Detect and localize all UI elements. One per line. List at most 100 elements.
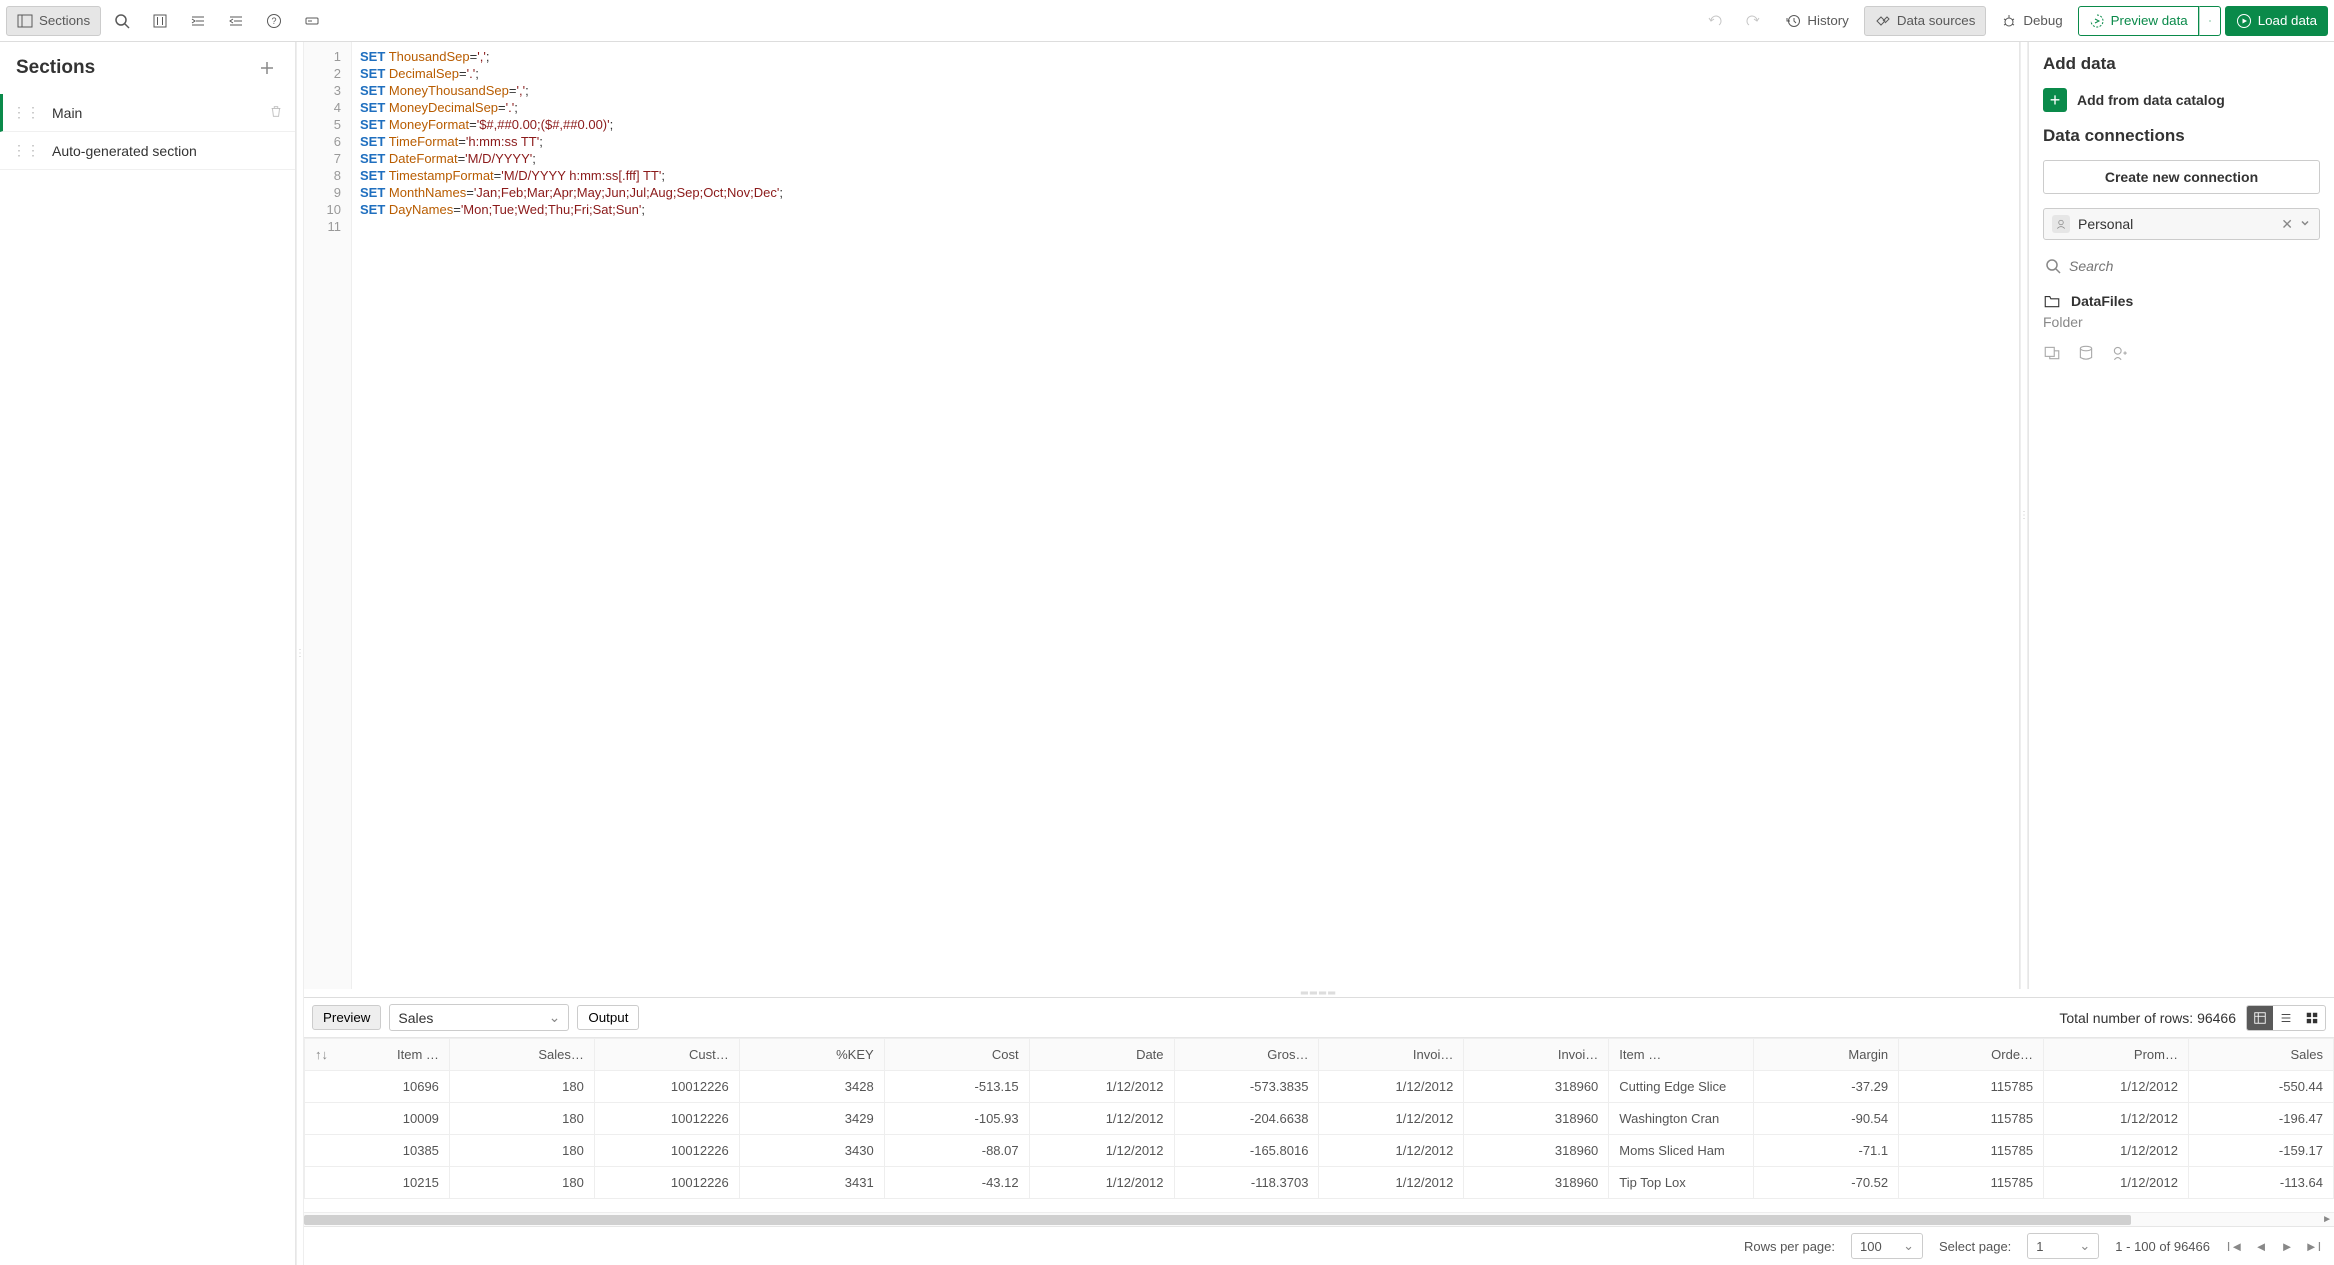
next-page-button[interactable]: ► xyxy=(2278,1239,2296,1254)
connection-selector[interactable]: Personal ✕ xyxy=(2043,208,2320,240)
column-header[interactable]: Margin xyxy=(1754,1039,1899,1071)
column-header[interactable]: Sales… xyxy=(449,1039,594,1071)
table-cell: 3430 xyxy=(739,1135,884,1167)
column-header[interactable]: Cost xyxy=(884,1039,1029,1071)
debug-icon xyxy=(2001,13,2017,29)
first-page-button[interactable]: I◄ xyxy=(2226,1239,2244,1254)
column-header[interactable]: %KEY xyxy=(739,1039,884,1071)
column-header[interactable]: Prom… xyxy=(2044,1039,2189,1071)
table-cell: 3429 xyxy=(739,1103,884,1135)
delete-section-button[interactable] xyxy=(269,104,283,121)
output-tab[interactable]: Output xyxy=(577,1005,639,1030)
table-row[interactable]: 10215180100122263431-43.121/12/2012-118.… xyxy=(305,1167,2334,1199)
datafiles-folder[interactable]: DataFiles xyxy=(2043,292,2320,310)
add-section-button[interactable] xyxy=(255,56,279,80)
drag-handle-icon[interactable]: ⋮⋮ xyxy=(12,142,40,159)
section-item[interactable]: ⋮⋮ Main xyxy=(0,94,295,132)
table-cell: 115785 xyxy=(1899,1103,2044,1135)
code-editor-pane: 1234567891011 SET ThousandSep=',';SET De… xyxy=(304,42,2020,989)
horizontal-scrollbar[interactable]: ◄ ► xyxy=(304,1212,2334,1226)
table-cell: 180 xyxy=(449,1135,594,1167)
outdent-button[interactable] xyxy=(219,6,253,36)
search-icon xyxy=(2045,258,2061,274)
chevron-down-icon xyxy=(2208,13,2212,29)
create-connection-button[interactable]: Create new connection xyxy=(2043,160,2320,194)
preview-icon xyxy=(2089,13,2105,29)
table-cell: 1/12/2012 xyxy=(1029,1103,1174,1135)
plus-badge-icon: + xyxy=(2043,88,2067,112)
data-sources-label: Data sources xyxy=(1897,13,1976,28)
table-cell: 10009 xyxy=(305,1103,450,1135)
sections-toggle-label: Sections xyxy=(39,13,90,28)
table-cell: 3431 xyxy=(739,1167,884,1199)
table-row[interactable]: 10009180100122263429-105.931/12/2012-204… xyxy=(305,1103,2334,1135)
column-header[interactable]: Date xyxy=(1029,1039,1174,1071)
column-header[interactable]: Invoi… xyxy=(1319,1039,1464,1071)
help-button[interactable]: ? xyxy=(257,6,291,36)
column-header[interactable]: Sales xyxy=(2188,1039,2333,1071)
column-header[interactable]: Invoi… xyxy=(1464,1039,1609,1071)
page-range-label: 1 - 100 of 96466 xyxy=(2115,1239,2210,1254)
table-cell: 318960 xyxy=(1464,1135,1609,1167)
left-resize-handle[interactable]: ⋮ xyxy=(296,42,304,1265)
insert-script-button[interactable] xyxy=(2077,344,2095,365)
view-table-button[interactable] xyxy=(2247,1006,2273,1030)
search-icon xyxy=(114,13,130,29)
clear-connection-button[interactable]: ✕ xyxy=(2281,216,2293,233)
trash-icon xyxy=(269,104,283,118)
table-row[interactable]: 10696180100122263428-513.151/12/2012-573… xyxy=(305,1071,2334,1103)
bottom-resize-handle[interactable]: ════ xyxy=(304,989,2334,997)
column-header[interactable]: Item … xyxy=(1609,1039,1754,1071)
table-cell: 10385 xyxy=(305,1135,450,1167)
last-page-button[interactable]: ►I xyxy=(2304,1239,2322,1254)
table-row[interactable]: 10385180100122263430-88.071/12/2012-165.… xyxy=(305,1135,2334,1167)
preview-data-button[interactable]: Preview data xyxy=(2078,6,2199,36)
data-panel: Add data + Add from data catalog Data co… xyxy=(2028,42,2334,989)
debug-button[interactable]: Debug xyxy=(1990,6,2073,36)
history-button[interactable]: History xyxy=(1774,6,1859,36)
upload-data-button[interactable] xyxy=(2111,344,2129,365)
table-selector[interactable]: Sales ⌄ xyxy=(389,1004,569,1031)
outdent-icon xyxy=(228,13,244,29)
table-cell: 10215 xyxy=(305,1167,450,1199)
undo-button[interactable] xyxy=(1698,6,1732,36)
add-from-catalog-button[interactable]: + Add from data catalog xyxy=(2043,88,2320,112)
table-cell: Tip Top Lox xyxy=(1609,1167,1754,1199)
comment-button[interactable] xyxy=(143,6,177,36)
table-icon xyxy=(2253,1011,2267,1025)
table-cell: Cutting Edge Slice xyxy=(1609,1071,1754,1103)
select-page-selector[interactable]: 1 ⌄ xyxy=(2027,1233,2099,1259)
connection-dropdown-button[interactable] xyxy=(2299,216,2311,233)
rows-per-page-selector[interactable]: 100 ⌄ xyxy=(1851,1233,1923,1259)
data-grid-scroll[interactable]: ↑↓Item …Sales…Cust…%KEYCostDateGros…Invo… xyxy=(304,1037,2334,1212)
code-editor[interactable]: SET ThousandSep=',';SET DecimalSep='.';S… xyxy=(352,42,2019,989)
indent-button[interactable] xyxy=(181,6,215,36)
view-list-button[interactable] xyxy=(2273,1006,2299,1030)
table-cell: Moms Sliced Ham xyxy=(1609,1135,1754,1167)
sections-toggle-button[interactable]: Sections xyxy=(6,6,101,36)
right-resize-handle[interactable]: ⋮ xyxy=(2020,42,2028,989)
connection-search-input[interactable] xyxy=(2069,258,2318,274)
chevron-down-icon: ⌄ xyxy=(2079,1238,2090,1254)
section-label: Main xyxy=(52,105,82,121)
drag-handle-icon[interactable]: ⋮⋮ xyxy=(12,104,40,121)
preview-data-dropdown[interactable] xyxy=(2199,6,2221,36)
load-data-button[interactable]: Load data xyxy=(2225,6,2328,36)
variables-button[interactable] xyxy=(295,6,329,36)
column-header[interactable]: Gros… xyxy=(1174,1039,1319,1071)
history-icon xyxy=(1785,13,1801,29)
chevron-down-icon: ⌄ xyxy=(549,1009,561,1026)
prev-page-button[interactable]: ◄ xyxy=(2252,1239,2270,1254)
redo-button[interactable] xyxy=(1736,6,1770,36)
column-header[interactable]: Cust… xyxy=(594,1039,739,1071)
column-header[interactable]: Orde… xyxy=(1899,1039,2044,1071)
preview-tab[interactable]: Preview xyxy=(312,1005,381,1030)
search-button[interactable] xyxy=(105,6,139,36)
select-data-button[interactable] xyxy=(2043,344,2061,365)
section-item[interactable]: ⋮⋮ Auto-generated section xyxy=(0,132,295,170)
svg-text:?: ? xyxy=(272,16,277,26)
data-sources-button[interactable]: Data sources xyxy=(1864,6,1987,36)
column-header[interactable]: ↑↓Item … xyxy=(305,1039,450,1071)
view-grid-button[interactable] xyxy=(2299,1006,2325,1030)
table-cell: -159.17 xyxy=(2188,1135,2333,1167)
